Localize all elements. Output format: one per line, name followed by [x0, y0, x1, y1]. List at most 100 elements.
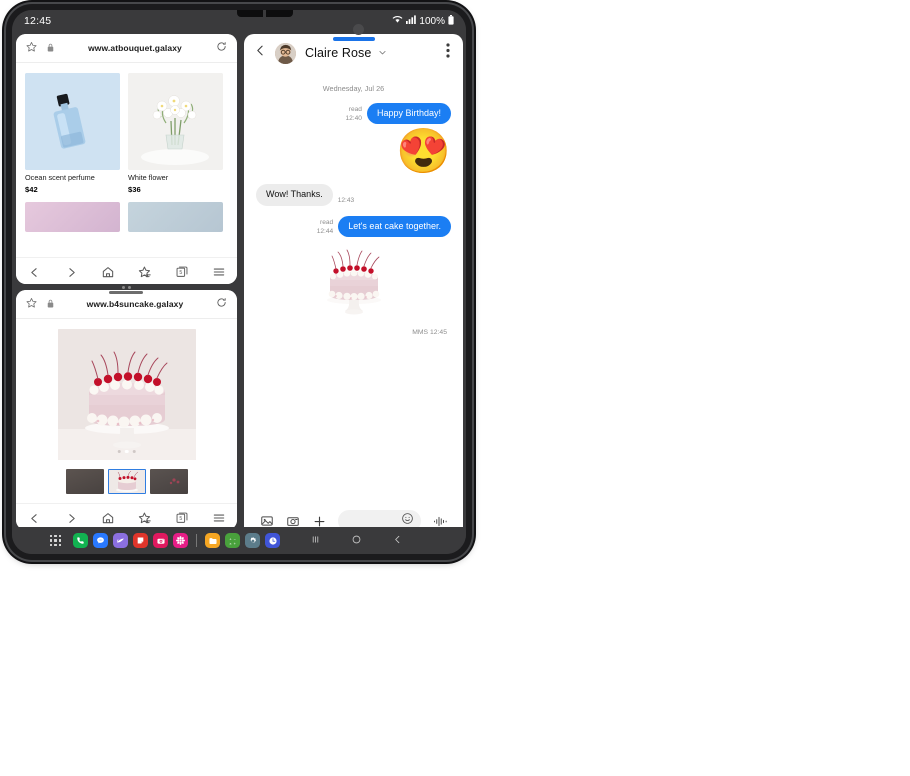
- browser-1-url-bar[interactable]: www.atbouquet.galaxy: [16, 34, 237, 63]
- notes-app[interactable]: [133, 533, 149, 548]
- message-meta: read 12:44: [317, 219, 334, 237]
- back-icon[interactable]: [254, 44, 267, 62]
- home-icon[interactable]: [95, 508, 121, 528]
- product-price: $36: [128, 184, 141, 194]
- taskbar-divider: [196, 534, 198, 547]
- hinge-notch: [237, 10, 293, 17]
- back-icon[interactable]: [21, 508, 47, 528]
- window-grabber-handle-2[interactable]: [109, 291, 143, 294]
- product-card[interactable]: Ocean scent perfume $42: [25, 73, 120, 194]
- product-image: [128, 73, 223, 170]
- read-status: read: [348, 106, 362, 114]
- tabs-icon[interactable]: 5: [169, 508, 195, 528]
- emoji-message[interactable]: 😍: [256, 130, 451, 174]
- cake-hero-image[interactable]: [57, 329, 196, 460]
- product-name: Ocean scent perfume: [25, 173, 95, 182]
- message-time: 12:40: [345, 115, 362, 123]
- bookmarks-icon[interactable]: [132, 508, 158, 528]
- menu-icon[interactable]: [206, 508, 232, 528]
- menu-icon[interactable]: [206, 262, 232, 282]
- star-icon[interactable]: [26, 39, 37, 57]
- product-card[interactable]: [128, 201, 223, 232]
- read-status: read: [320, 218, 334, 226]
- front-camera-punch-hole: [353, 24, 364, 35]
- taskbar-apps: + − × +: [73, 533, 281, 548]
- svg-text:5: 5: [179, 270, 182, 276]
- forward-icon[interactable]: [58, 508, 84, 528]
- svg-text:5: 5: [179, 516, 182, 522]
- back-icon[interactable]: [21, 262, 47, 282]
- message-meta: 12:43: [338, 197, 355, 206]
- browser-2-page-content: [16, 319, 237, 503]
- thumbnail-item[interactable]: [149, 469, 188, 494]
- messages-app-window: Claire Rose Wednesday, Jul 26 read 12:40: [244, 34, 463, 540]
- bookmarks-icon[interactable]: [132, 262, 158, 282]
- wifi-icon: [392, 15, 403, 27]
- files-app[interactable]: [205, 533, 221, 548]
- lock-icon: [47, 39, 54, 57]
- phone-app[interactable]: [73, 533, 89, 548]
- product-image: [25, 73, 120, 170]
- product-card[interactable]: [25, 201, 120, 232]
- status-clock: 12:45: [24, 15, 52, 27]
- message-time: 12:43: [337, 196, 355, 204]
- status-indicators: 100%: [392, 14, 454, 28]
- product-image: [25, 201, 120, 232]
- calculator-app[interactable]: + − × +: [225, 533, 241, 548]
- message-bubble[interactable]: Wow! Thanks.: [256, 184, 333, 206]
- browser-1-toolbar: 5: [16, 257, 237, 284]
- messages-app[interactable]: [93, 533, 109, 548]
- browser-2-url-bar[interactable]: www.b4suncake.galaxy: [16, 290, 237, 319]
- thumbnail-item[interactable]: [65, 469, 104, 494]
- carousel-dots[interactable]: [117, 449, 136, 453]
- browser-2-toolbar: 5: [16, 503, 237, 530]
- browser-2-url-text[interactable]: www.b4suncake.galaxy: [54, 299, 216, 309]
- lock-icon: [47, 295, 54, 313]
- avatar[interactable]: [275, 42, 296, 64]
- thumbnail-item[interactable]: [107, 469, 146, 494]
- product-card[interactable]: White flower $36: [128, 73, 223, 194]
- chevron-down-icon[interactable]: [378, 44, 387, 62]
- more-options-icon[interactable]: [446, 43, 450, 63]
- svg-text:+: +: [233, 541, 235, 545]
- gallery-app[interactable]: [173, 533, 189, 548]
- recents-icon[interactable]: [310, 532, 321, 550]
- camera-app[interactable]: [153, 533, 169, 548]
- browser-window-1: www.atbouquet.galaxy Ocean scent perfume…: [16, 34, 237, 284]
- navigation-buttons: [310, 532, 403, 550]
- message-bubble[interactable]: Let's eat cake together.: [338, 215, 451, 237]
- settings-app[interactable]: [245, 533, 261, 548]
- apps-grid-icon[interactable]: [50, 534, 62, 547]
- svg-text:+: +: [229, 537, 231, 541]
- back-icon[interactable]: [392, 532, 403, 550]
- reload-icon[interactable]: [216, 39, 227, 57]
- tabs-icon[interactable]: 5: [169, 262, 195, 282]
- browser-1-url-text[interactable]: www.atbouquet.galaxy: [54, 43, 216, 53]
- star-icon[interactable]: [26, 295, 37, 313]
- signal-icon: [406, 15, 417, 27]
- reload-icon[interactable]: [216, 295, 227, 313]
- foldable-device-frame: 12:45 100% www.atbouquet.galaxy Ocean sc…: [6, 4, 472, 560]
- taskbar: + − × +: [12, 527, 466, 554]
- left-split-column: www.atbouquet.galaxy Ocean scent perfume…: [12, 32, 240, 554]
- message-bubble[interactable]: Happy Birthday!: [366, 103, 451, 125]
- forward-icon[interactable]: [58, 262, 84, 282]
- message-thread[interactable]: Wednesday, Jul 26 read 12:40 Happy Birth…: [244, 72, 463, 502]
- product-image: [128, 201, 223, 232]
- messages-header: Claire Rose: [244, 34, 463, 72]
- home-icon[interactable]: [351, 532, 362, 550]
- thumbnail-strip: [65, 469, 188, 494]
- split-screen-divider[interactable]: [12, 284, 240, 290]
- day-separator: Wednesday, Jul 26: [322, 84, 385, 93]
- message-row-outgoing: read 12:44 Let's eat cake together.: [256, 215, 451, 237]
- mms-attachment: MMS 12:45: [256, 245, 451, 336]
- mms-cake-image[interactable]: [311, 245, 397, 319]
- battery-icon: [448, 14, 454, 28]
- samsung-internet-app[interactable]: [113, 533, 129, 548]
- product-grid: Ocean scent perfume $42 White flower $36: [16, 63, 237, 232]
- mms-meta: MMS 12:45: [412, 328, 447, 336]
- contact-name: Claire Rose: [305, 46, 372, 60]
- clock-app[interactable]: [265, 533, 281, 548]
- home-icon[interactable]: [95, 262, 121, 282]
- product-price: $42: [25, 184, 38, 194]
